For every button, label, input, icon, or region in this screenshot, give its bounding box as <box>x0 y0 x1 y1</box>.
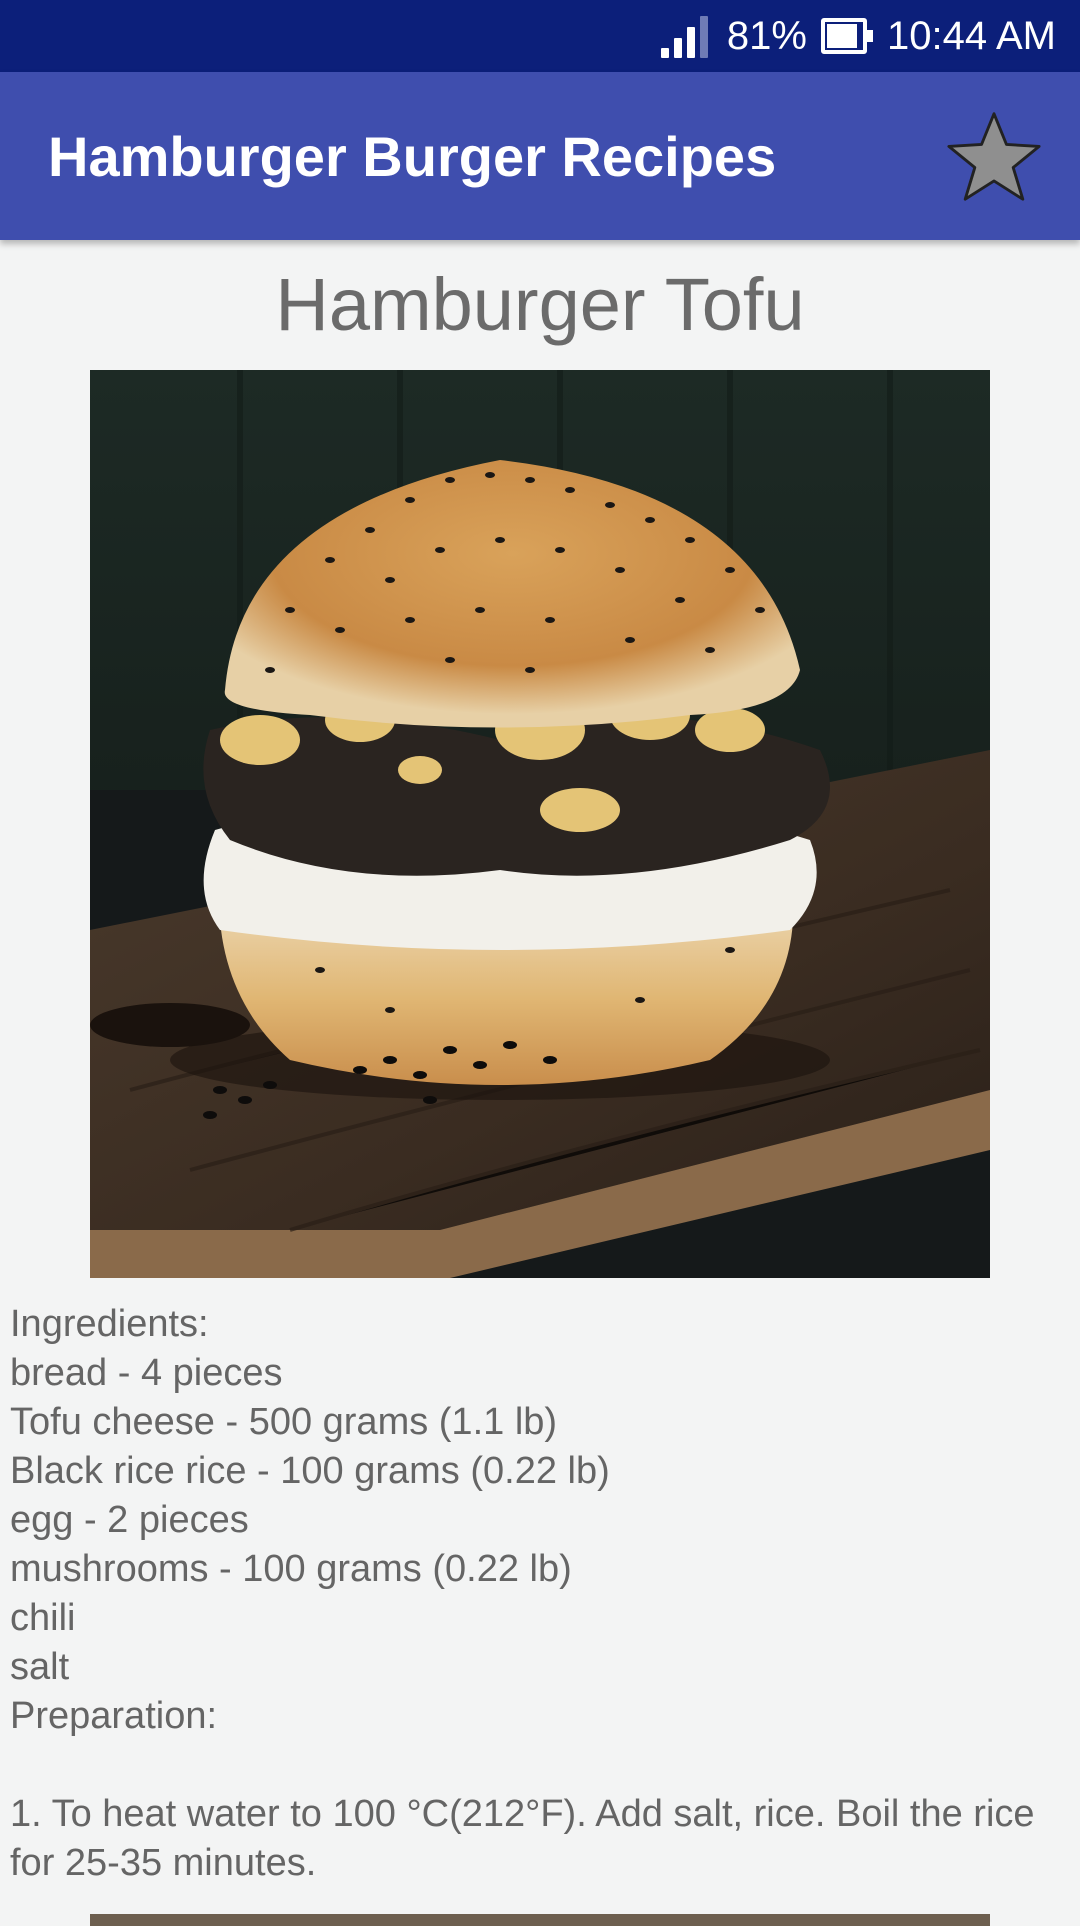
status-indicators: 81% 10:44 AM <box>660 0 1056 72</box>
ingredient-item: Tofu cheese - 500 grams (1.1 lb) <box>10 1401 558 1443</box>
clock: 10:44 AM <box>886 13 1056 58</box>
ingredient-item: Black rice rice - 100 grams (0.22 lb) <box>10 1450 610 1492</box>
app-bar: Hamburger Burger Recipes <box>0 72 1080 240</box>
favorite-button[interactable] <box>944 106 1044 206</box>
recipe-title: Hamburger Tofu <box>275 263 805 346</box>
ingredient-item: salt <box>10 1646 70 1688</box>
step-photo <box>90 1914 990 1926</box>
preparation-heading: Preparation: <box>10 1695 218 1737</box>
ingredient-item: chili <box>10 1597 76 1639</box>
recipe-photo <box>90 370 990 1278</box>
ingredient-item: mushrooms - 100 grams (0.22 lb) <box>10 1548 572 1590</box>
cell-signal-icon <box>660 14 713 58</box>
ingredient-item: egg - 2 pieces <box>10 1499 249 1541</box>
preparation-step: 1. To heat water to 100 °C(212°F). Add s… <box>10 1793 1046 1884</box>
star-icon <box>947 112 1041 201</box>
app-title: Hamburger Burger Recipes <box>48 124 777 188</box>
ingredients-heading: Ingredients: <box>10 1303 209 1345</box>
recipe-text: Ingredients: bread - 4 pieces Tofu chees… <box>10 1300 1070 1888</box>
battery-percentage: 81% <box>726 13 807 58</box>
ingredient-item: bread - 4 pieces <box>10 1352 283 1394</box>
status-bar: 81% 10:44 AM <box>0 0 1080 72</box>
battery-icon <box>820 18 873 54</box>
